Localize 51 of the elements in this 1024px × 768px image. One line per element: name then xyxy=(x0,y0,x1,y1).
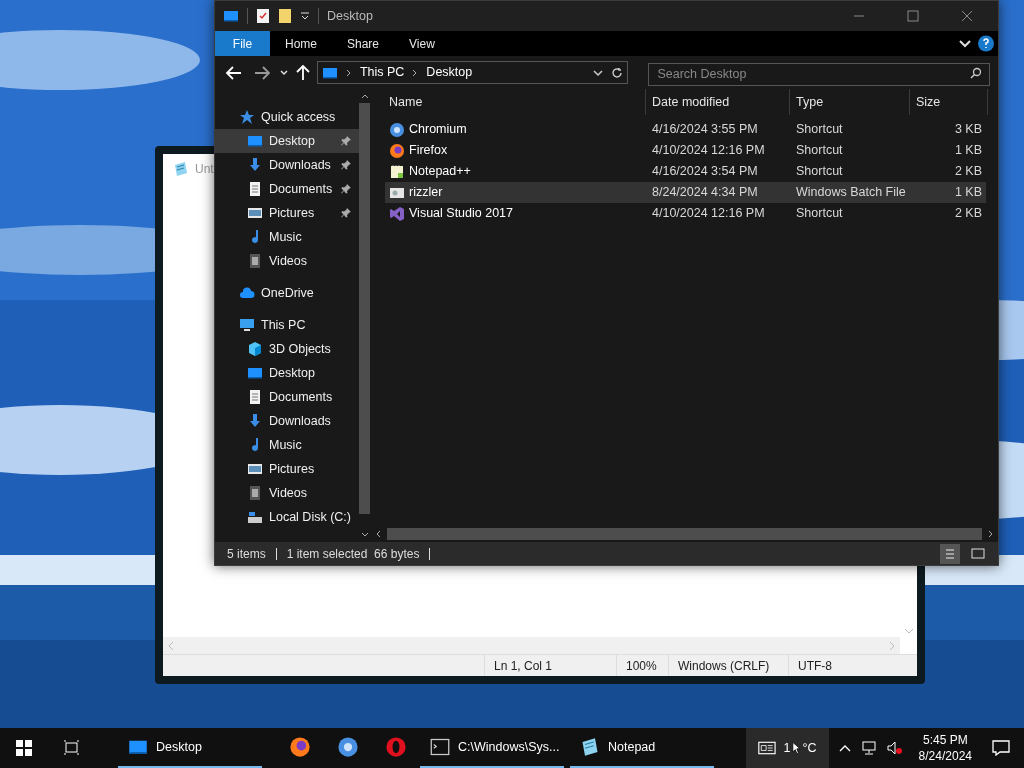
type-cell-text: Shortcut xyxy=(795,205,844,223)
date-cell-text: 4/16/2024 3:55 PM xyxy=(651,121,759,139)
nav-label: Pictures xyxy=(269,204,316,222)
nav-label: Music xyxy=(269,436,303,454)
date-cell-text: 8/24/2024 4:34 PM xyxy=(651,184,759,202)
date-cell-text: 4/16/2024 3:54 PM xyxy=(651,163,759,181)
size-cell-text: 3 KB xyxy=(953,121,983,139)
clock-time: 5:45 PM xyxy=(922,732,968,748)
size-cell-text: 1 KB xyxy=(953,184,983,202)
size-cell-text: 1 KB xyxy=(953,142,983,160)
file-name: Visual Studio 2017 xyxy=(409,205,514,223)
nav-label: Local Disk (C:) xyxy=(269,508,351,526)
date-cell-text: 4/10/2024 12:16 PM xyxy=(651,205,766,223)
nav-label: OneDrive xyxy=(261,284,315,302)
type-cell-text: Shortcut xyxy=(795,142,844,160)
file-name: Chromium xyxy=(409,121,467,139)
temperature-unit: °C xyxy=(802,739,817,757)
status-text: UTF-8 xyxy=(788,655,898,676)
app-label: Notepad xyxy=(608,738,656,756)
size-cell-text: 2 KB xyxy=(953,205,983,223)
nav-label: Documents xyxy=(269,388,334,406)
type-cell-text: Shortcut xyxy=(795,121,844,139)
nav-label: Desktop xyxy=(269,364,316,382)
nav-label: Pictures xyxy=(269,460,316,478)
nav-label: Downloads xyxy=(269,412,332,430)
app-label: C:\Windows\Sys... xyxy=(458,738,560,756)
status-text: 1 item selected 66 bytes xyxy=(286,545,420,563)
clock-date: 8/24/2024 xyxy=(918,748,972,764)
nav-label: Videos xyxy=(269,252,308,270)
nav-label: Quick access xyxy=(261,108,337,126)
status-text: Ln 1, Col 1 xyxy=(484,655,616,676)
nav-label: Desktop xyxy=(269,132,316,150)
type-cell-text: Shortcut xyxy=(795,163,844,181)
nav-label: Videos xyxy=(269,484,308,502)
status-text: Windows (CRLF) xyxy=(668,655,788,676)
window-title: Desktop xyxy=(327,7,373,25)
file-name: Firefox xyxy=(409,142,448,160)
date-cell-text: 4/10/2024 12:16 PM xyxy=(651,142,766,160)
status-text: 5 items xyxy=(227,545,266,563)
status-text: 100% xyxy=(616,655,668,676)
nav-label: Documents xyxy=(269,180,334,198)
type-cell-text: Windows Batch File xyxy=(795,184,907,202)
file-name: rizzler xyxy=(409,184,443,202)
app-label: Desktop xyxy=(156,738,202,756)
temperature-text: 1 xyxy=(783,739,791,757)
size-cell-text: 2 KB xyxy=(953,163,983,181)
nav-label: This PC xyxy=(261,316,307,334)
nav-label: Music xyxy=(269,228,303,246)
nav-label: 3D Objects xyxy=(269,340,332,358)
file-name: Notepad++ xyxy=(409,163,471,181)
nav-label: Downloads xyxy=(269,156,332,174)
